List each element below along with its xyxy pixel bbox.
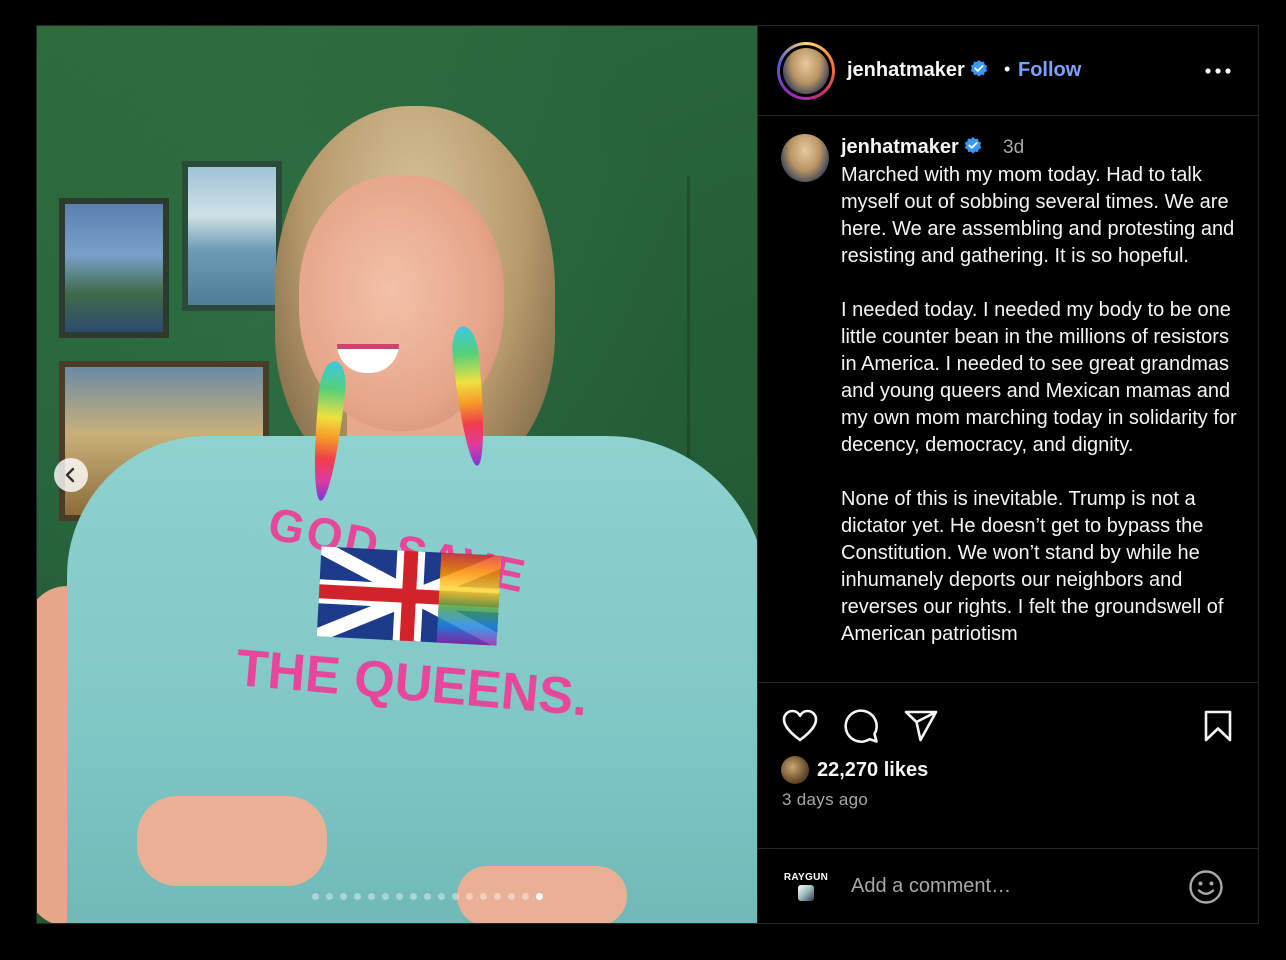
likes-count[interactable]: 22,270 likes (817, 759, 928, 782)
comment-bar: RAYGUN (758, 848, 1258, 923)
post-header: jenhatmaker • Follow (758, 26, 1258, 116)
caption-author-avatar[interactable] (781, 134, 829, 182)
commenter-avatar-brand: RAYGUN (783, 872, 829, 883)
carousel-dot (451, 893, 459, 900)
carousel-dot (311, 893, 319, 900)
more-options-button[interactable] (1203, 56, 1233, 86)
commenter-avatar-image (798, 885, 814, 901)
carousel-dot (521, 893, 529, 900)
carousel-dot (353, 893, 361, 900)
carousel-dot (339, 893, 347, 900)
carousel-dot (507, 893, 515, 900)
more-options-icon (1205, 68, 1231, 74)
verified-badge-icon (970, 60, 988, 77)
post-side-panel: jenhatmaker • Follow jenhatmaker 3d Marc… (757, 26, 1258, 923)
author-username-row[interactable]: jenhatmaker (847, 59, 989, 82)
comment-input[interactable] (849, 867, 1163, 905)
emoji-icon (1189, 870, 1223, 904)
caption-username-row[interactable]: jenhatmaker (841, 136, 983, 159)
heart-icon (782, 709, 818, 742)
carousel-dot (395, 893, 403, 900)
carousel-dot (367, 893, 375, 900)
carousel-dot (423, 893, 431, 900)
caption-paragraph: None of this is inevitable. Trump is not… (841, 488, 1224, 645)
save-button[interactable] (1198, 706, 1238, 746)
wall-painting (59, 198, 169, 338)
carousel-indicator (37, 893, 757, 900)
caption-username[interactable]: jenhatmaker (841, 136, 959, 158)
caption-paragraph: Marched with my mom today. Had to talk m… (841, 164, 1235, 267)
post-modal: GOD SAVE THE QUEENS. jenhatmaker (36, 25, 1259, 924)
carousel-dot (409, 893, 417, 900)
commenter-avatar: RAYGUN (780, 872, 832, 912)
caption-text: Marched with my mom today. Had to talk m… (841, 162, 1241, 675)
author-username[interactable]: jenhatmaker (847, 59, 965, 81)
verified-badge-icon (964, 137, 982, 154)
follow-button[interactable]: Follow (1018, 59, 1081, 82)
carousel-dot (437, 893, 445, 900)
caption-paragraph: I needed today. I needed my body to be o… (841, 299, 1237, 456)
liker-avatar[interactable] (781, 756, 809, 784)
shirt-flag (316, 546, 502, 646)
carousel-dot (325, 893, 333, 900)
likes-row[interactable]: 22,270 likes (781, 755, 928, 785)
post-date[interactable]: 3 days ago (782, 790, 868, 810)
comment-icon (844, 709, 878, 743)
bookmark-icon (1204, 710, 1232, 742)
chevron-left-icon (65, 467, 75, 483)
emoji-button[interactable] (1186, 867, 1226, 907)
comment-button[interactable] (841, 706, 881, 746)
carousel-dot (535, 893, 543, 900)
action-bar (758, 706, 1258, 746)
share-icon (904, 710, 938, 742)
caption-timestamp[interactable]: 3d (1003, 137, 1024, 159)
like-button[interactable] (780, 706, 820, 746)
carousel-dot (479, 893, 487, 900)
author-avatar[interactable] (777, 42, 835, 100)
header-separator: • (1004, 59, 1011, 79)
carousel-prev-button[interactable] (54, 458, 88, 492)
post-photo[interactable]: GOD SAVE THE QUEENS. (37, 26, 757, 923)
carousel-dot (465, 893, 473, 900)
share-button[interactable] (901, 706, 941, 746)
carousel-dot (493, 893, 501, 900)
wall-painting (182, 161, 282, 311)
person-hand (137, 796, 327, 886)
caption-section: jenhatmaker 3d Marched with my mom today… (758, 116, 1258, 683)
carousel-dot (381, 893, 389, 900)
